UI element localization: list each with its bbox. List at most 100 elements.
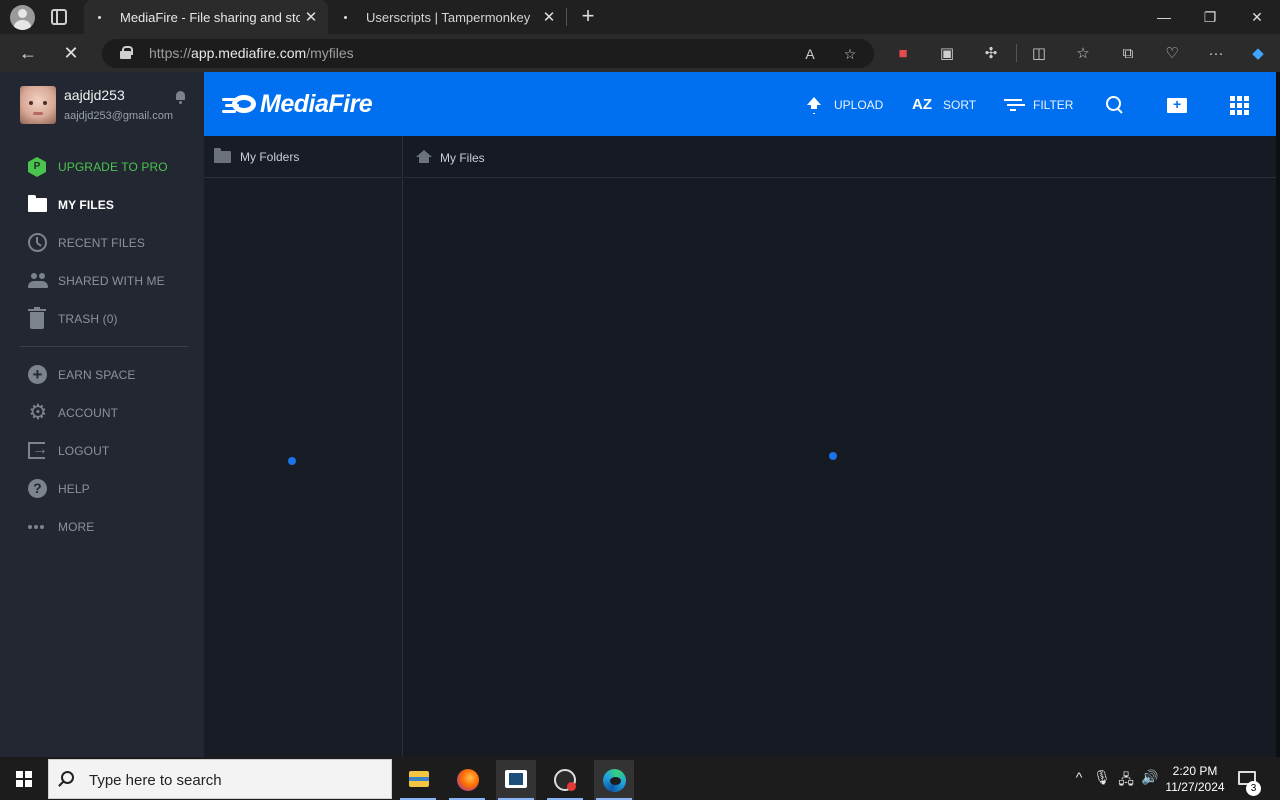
sidebar-item-upgrade[interactable]: P UPGRADE TO PRO: [0, 148, 204, 186]
tab-title: Userscripts | Tampermonkey: [366, 9, 531, 25]
extensions-puzzle-icon[interactable]: ✣: [980, 43, 1002, 65]
settings-more-icon[interactable]: ···: [1205, 43, 1227, 65]
tab-mediafire[interactable]: MediaFire - File sharing and stora ✕: [84, 0, 328, 34]
file-explorer-icon: [409, 771, 429, 787]
tab-tampermonkey[interactable]: Userscripts | Tampermonkey ✕: [330, 0, 566, 34]
edge-app[interactable]: [594, 760, 634, 800]
back-button[interactable]: ←: [15, 41, 41, 65]
favorites-icon[interactable]: ☆: [1072, 43, 1094, 65]
clock-time: 2:20 PM: [1172, 764, 1218, 778]
sort-button[interactable]: AZ SORT: [911, 94, 976, 116]
taskbar: Type here to search ^ 🎙 🖧 🔊 2:20 PM 11/2…: [0, 757, 1280, 800]
taskbar-search-input[interactable]: Type here to search: [48, 759, 392, 799]
windows-start-icon[interactable]: [16, 771, 32, 787]
extension-red-icon[interactable]: ■: [892, 43, 914, 65]
profile-avatar-icon[interactable]: [10, 5, 35, 30]
sidebar-item-label: RECENT FILES: [58, 236, 145, 250]
sidebar-item-more[interactable]: MORE: [0, 508, 204, 546]
extension-tampermonkey-icon[interactable]: ▣: [936, 43, 958, 65]
address-toolbar: ← ✕ https://app.mediafire.com/myfiles A …: [0, 34, 1280, 72]
network-icon[interactable]: 🖧: [1116, 769, 1136, 793]
people-icon: [28, 271, 48, 291]
tab-separator: [566, 8, 567, 26]
sidebar-item-label: EARN SPACE: [58, 368, 136, 382]
taskbar-clock[interactable]: 2:20 PM 11/27/2024: [1160, 763, 1230, 795]
sidebar-item-trash[interactable]: TRASH (0): [0, 300, 204, 338]
tab-close-button[interactable]: ✕: [538, 8, 560, 26]
tab-close-button[interactable]: ✕: [300, 8, 322, 26]
filter-icon: [1003, 95, 1023, 115]
mediafire-flame-icon: [222, 93, 258, 115]
collections-icon[interactable]: ⧉: [1117, 43, 1139, 65]
search-icon[interactable]: [1104, 94, 1126, 116]
mediafire-logo[interactable]: MediaFire: [222, 90, 373, 118]
loading-favicon-icon: [338, 10, 352, 24]
minimize-button[interactable]: —: [1141, 0, 1187, 34]
sidebar-item-label: MY FILES: [58, 198, 114, 212]
sidebar-item-label: TRASH (0): [58, 312, 118, 326]
sidebar-divider: [20, 346, 188, 347]
user-avatar[interactable]: [20, 86, 56, 124]
loading-spinner: [288, 457, 296, 465]
breadcrumb: My Files: [404, 136, 1276, 178]
sidebar: aajdjd253 aajdjd253@gmail.com P UPGRADE …: [0, 72, 204, 757]
sidebar-item-shared-with-me[interactable]: SHARED WITH ME: [0, 262, 204, 300]
search-placeholder: Type here to search: [89, 772, 222, 789]
read-aloud-icon[interactable]: A: [799, 43, 821, 65]
trash-icon: [28, 307, 48, 329]
microphone-icon[interactable]: 🎙: [1092, 769, 1112, 786]
sidebar-item-earn-space[interactable]: + EARN SPACE: [0, 356, 204, 394]
sidebar-item-label: SHARED WITH ME: [58, 274, 165, 288]
folders-title[interactable]: My Folders: [240, 150, 299, 164]
recorder-icon: [554, 769, 576, 791]
browser-essentials-icon[interactable]: ♡: [1161, 43, 1183, 65]
breadcrumb-my-files[interactable]: My Files: [440, 151, 485, 165]
sidebar-item-label: ACCOUNT: [58, 406, 119, 420]
grid-view-icon[interactable]: [1228, 94, 1250, 116]
window-edge: [1276, 72, 1280, 757]
sidebar-item-label: LOGOUT: [58, 444, 110, 458]
sidebar-item-help[interactable]: ? HELP: [0, 470, 204, 508]
app-toolbar: MediaFire UPLOAD AZ SORT FILTER: [204, 72, 1276, 136]
loading-favicon-icon: [92, 10, 106, 24]
lock-icon[interactable]: [120, 46, 133, 59]
notification-count-badge: 3: [1246, 781, 1261, 796]
notification-bell-icon[interactable]: [175, 91, 186, 104]
user-email: aajdjd253@gmail.com: [64, 110, 174, 122]
copilot-icon[interactable]: ◆: [1247, 43, 1269, 65]
new-folder-icon[interactable]: [1166, 94, 1188, 116]
film-icon: [505, 770, 527, 788]
upload-button[interactable]: UPLOAD: [804, 94, 883, 116]
sidebar-item-account[interactable]: ⚙ ACCOUNT: [0, 394, 204, 432]
firefox-app[interactable]: [447, 760, 487, 800]
more-icon: [28, 517, 48, 537]
user-name: aajdjd253: [64, 87, 125, 103]
folders-header: My Folders: [204, 136, 403, 178]
tray-overflow-chevron-icon[interactable]: ^: [1069, 769, 1089, 785]
screen-recorder-app[interactable]: [545, 760, 585, 800]
sort-label: SORT: [943, 98, 977, 112]
file-explorer-app[interactable]: [398, 760, 438, 800]
stop-loading-button[interactable]: ✕: [58, 41, 84, 65]
new-tab-button[interactable]: +: [577, 4, 599, 28]
upload-icon: [804, 95, 824, 115]
split-screen-icon[interactable]: ◫: [1028, 43, 1050, 65]
video-editor-app[interactable]: [496, 760, 536, 800]
address-bar[interactable]: https://app.mediafire.com/myfiles A ☆: [102, 39, 874, 68]
loading-spinner: [829, 452, 837, 460]
filter-button[interactable]: FILTER: [1003, 94, 1073, 116]
sidebar-item-my-files[interactable]: MY FILES: [0, 186, 204, 224]
gear-icon: ⚙: [28, 401, 48, 424]
edge-icon: [603, 769, 626, 792]
favorite-star-icon[interactable]: ☆: [839, 43, 861, 65]
search-icon: [61, 771, 74, 784]
sidebar-item-recent-files[interactable]: RECENT FILES: [0, 224, 204, 262]
sidebar-item-logout[interactable]: LOGOUT: [0, 432, 204, 470]
url-text[interactable]: https://app.mediafire.com/myfiles: [149, 45, 354, 61]
sort-az-icon: AZ: [912, 96, 932, 113]
tab-actions-icon[interactable]: [51, 9, 67, 25]
home-icon[interactable]: [416, 150, 432, 164]
close-window-button[interactable]: ✕: [1234, 0, 1280, 34]
restore-button[interactable]: ❐: [1187, 0, 1233, 34]
volume-icon[interactable]: 🔊: [1140, 769, 1160, 786]
